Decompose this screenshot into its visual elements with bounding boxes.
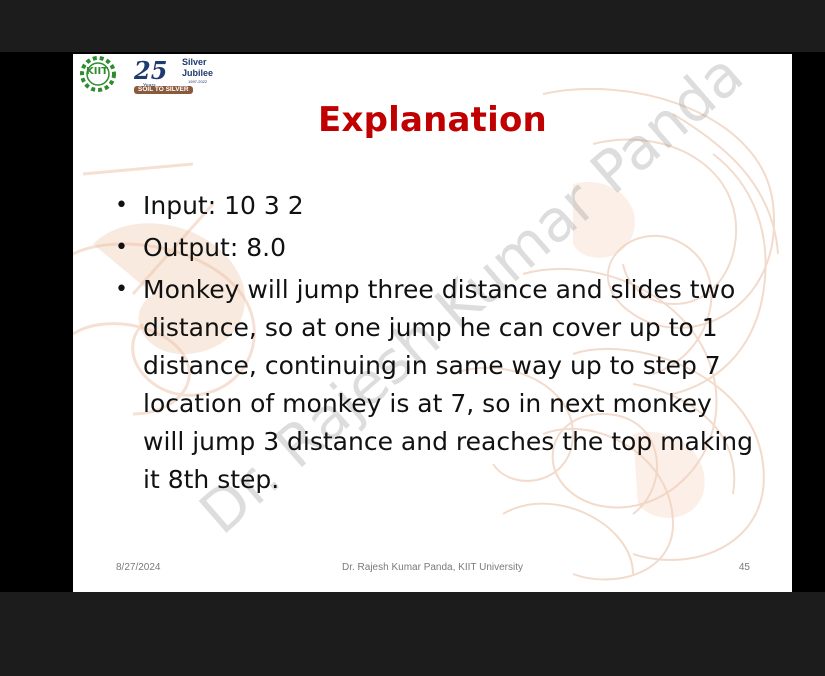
top-frame-bar <box>0 0 825 52</box>
footer-author: Dr. Rajesh Kumar Panda, KIIT University <box>342 562 523 573</box>
bullet-dot-icon: • <box>115 193 128 218</box>
logo-jubilee-text: Jubilee <box>182 68 214 78</box>
bullet-text: Output: 8.0 <box>143 233 286 262</box>
bullet-list: • Input: 10 3 2 • Output: 8.0 • Monkey w… <box>115 187 755 503</box>
logo-dates-text: 1997-2022 <box>188 79 208 84</box>
bullet-text: Monkey will jump three distance and slid… <box>143 275 753 494</box>
bullet-item-input: • Input: 10 3 2 <box>115 187 755 225</box>
bullet-dot-icon: • <box>115 277 128 302</box>
bottom-frame-bar <box>0 592 825 676</box>
logo-tagline-badge: SOIL TO SILVER <box>134 86 193 94</box>
logo-kiit-text: KIIT <box>86 66 109 77</box>
logo-25-text: 25 <box>134 56 168 85</box>
presentation-slide: KIIT 25 Years Silver Jubilee 1997-2022 S… <box>73 54 792 592</box>
bullet-text: Input: 10 3 2 <box>143 191 304 220</box>
bullet-item-explanation: • Monkey will jump three distance and sl… <box>115 271 755 499</box>
logo-silver-text: Silver <box>182 57 207 67</box>
slide-title: Explanation <box>318 100 547 140</box>
bullet-dot-icon: • <box>115 235 128 260</box>
bullet-item-output: • Output: 8.0 <box>115 229 755 267</box>
kiit-silver-jubilee-logo: KIIT 25 Years Silver Jubilee 1997-2022 S… <box>76 56 216 96</box>
footer-page-number: 45 <box>738 562 750 573</box>
